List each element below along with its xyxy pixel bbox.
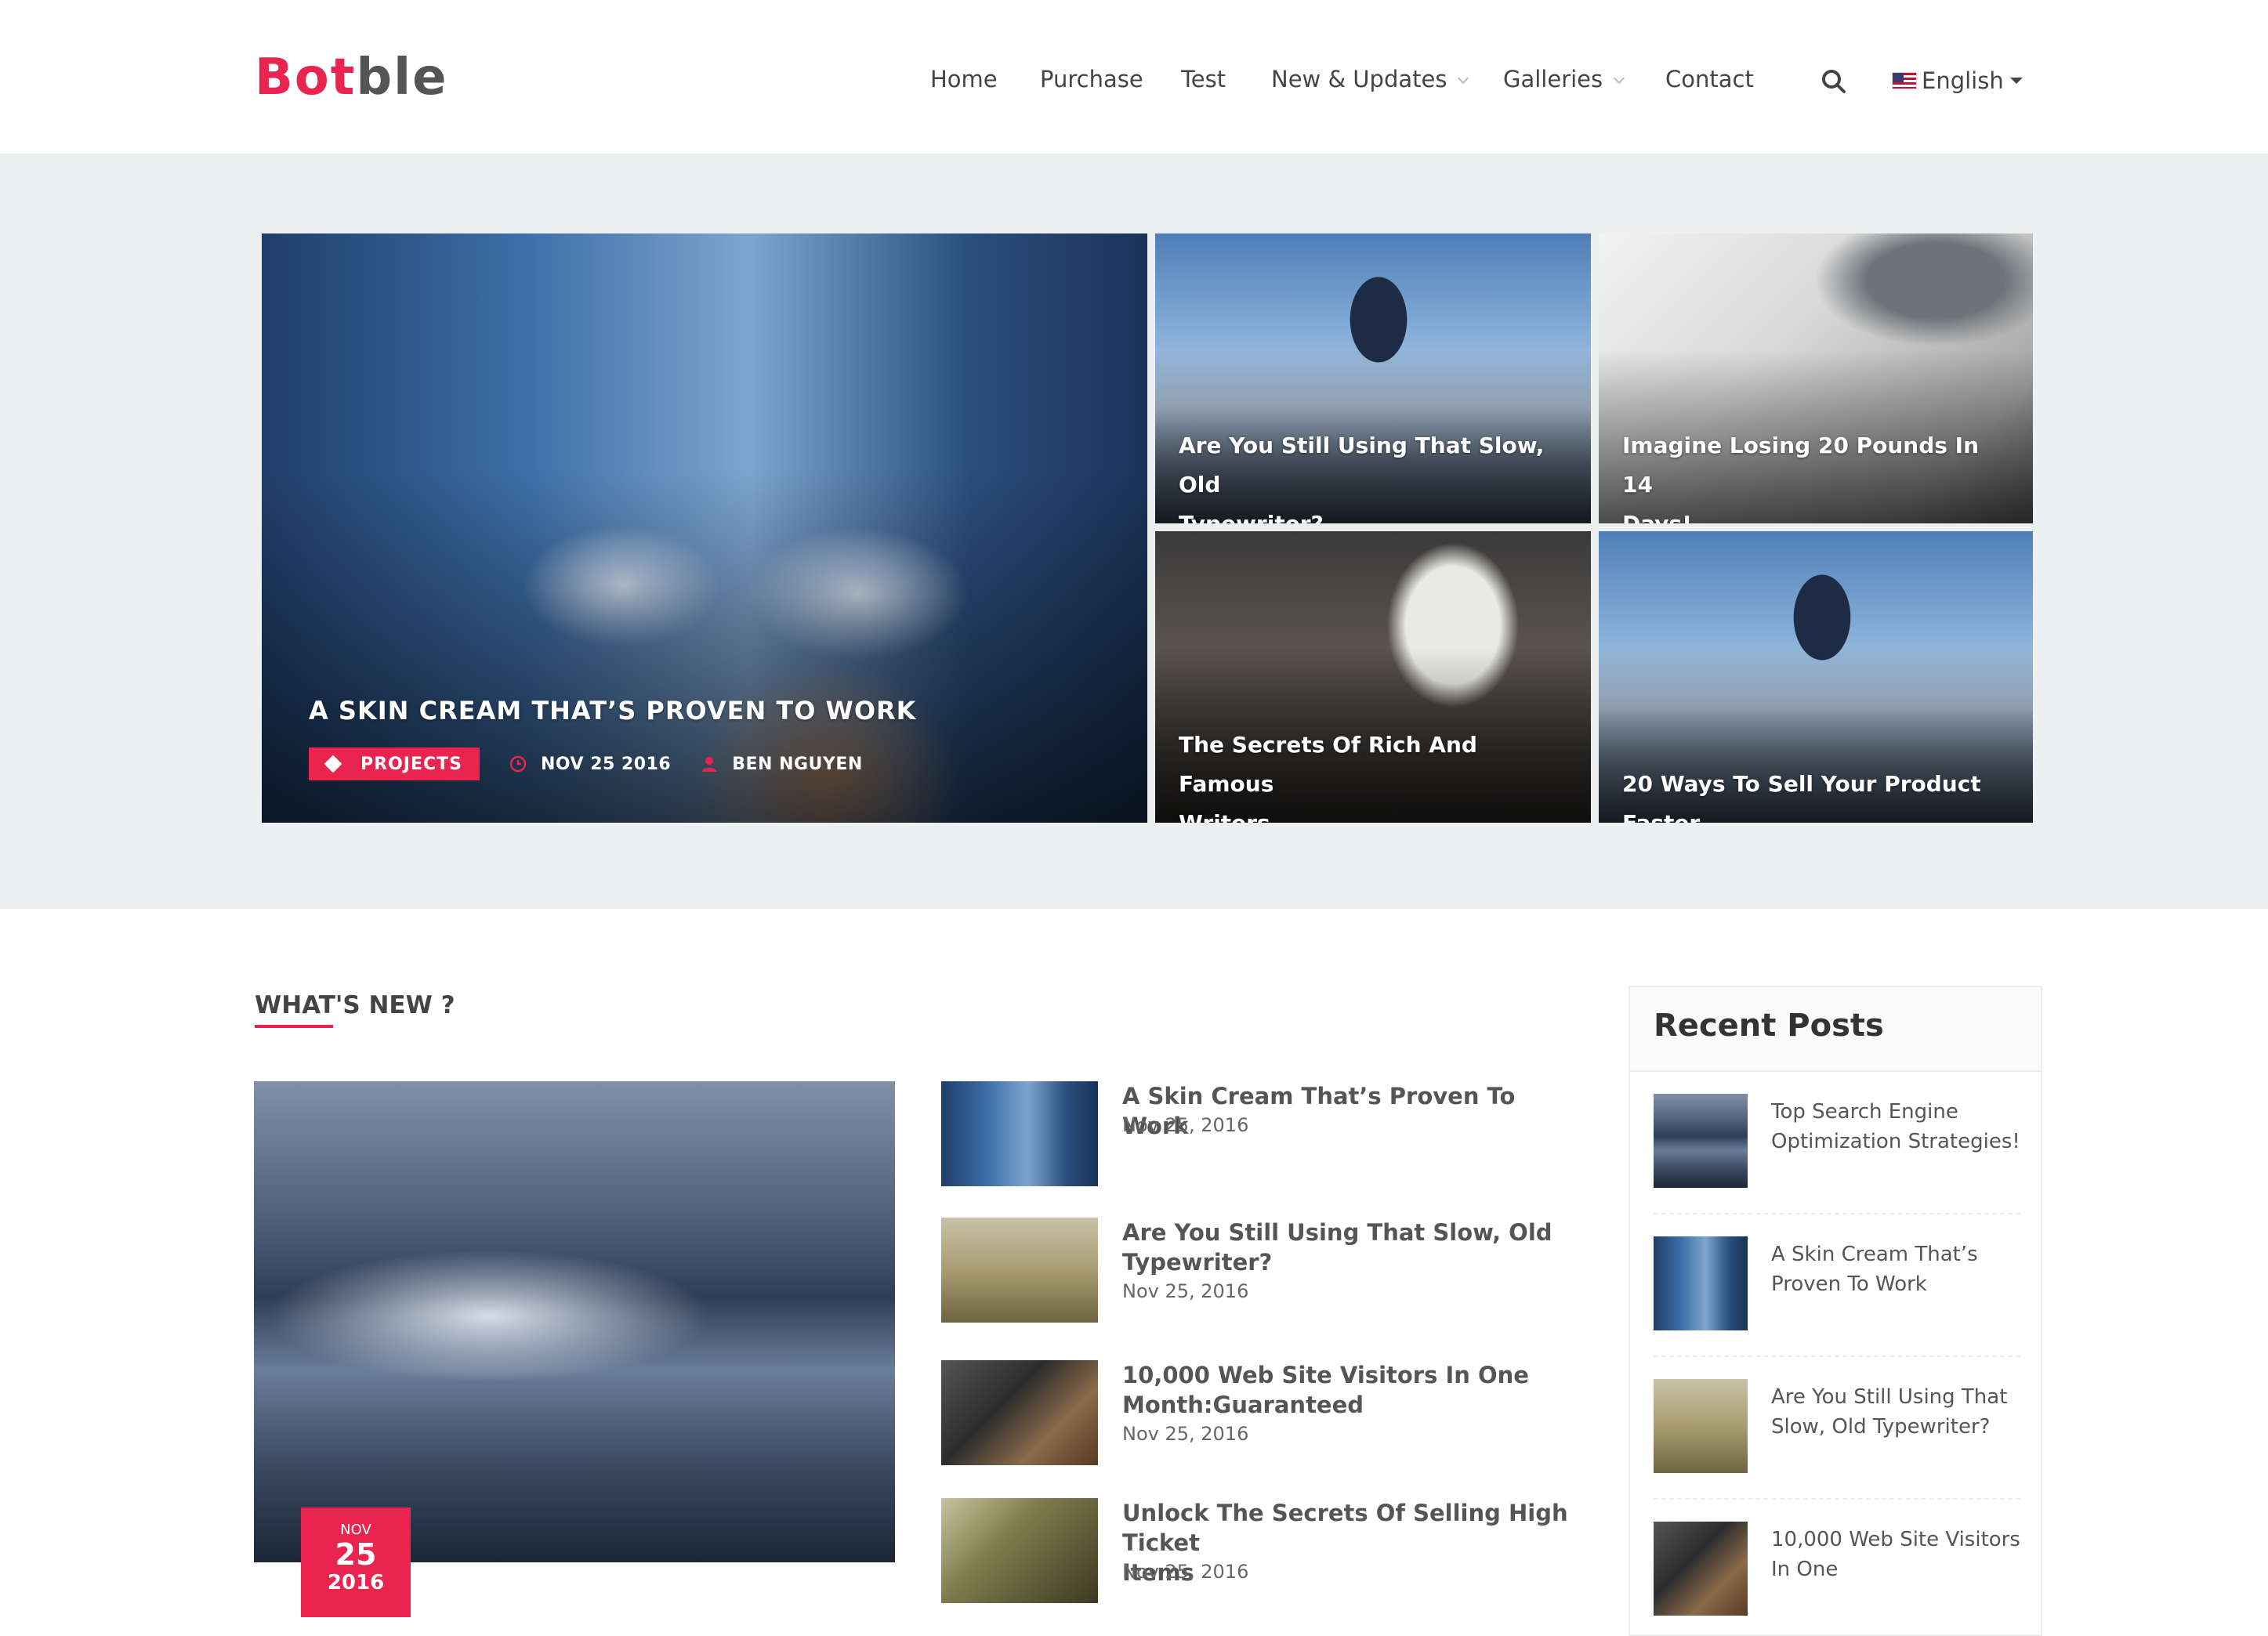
hero-card-title[interactable]: Imagine Losing 20 Pounds In 14 Days! (1622, 426, 2009, 523)
hero-main-title[interactable]: A SKIN CREAM THAT’S PROVEN TO WORK (309, 691, 1124, 730)
hero-card-title[interactable]: The Secrets Of Rich And Famous Writers (1179, 726, 1567, 823)
date-badge-month: NOV (340, 1522, 371, 1538)
hero-card[interactable]: Imagine Losing 20 Pounds In 14 Days! (1599, 233, 2033, 523)
nav-new-updates[interactable]: New & Updates (1271, 66, 1469, 92)
hero-card[interactable]: 20 Ways To Sell Your Product Faster (1599, 531, 2033, 823)
recent-post-item[interactable]: 10,000 Web Site Visitors In One (1654, 1522, 2020, 1616)
recent-post-title-line: 10,000 Web Site Visitors (1771, 1528, 2020, 1551)
date-badge-year: 2016 (327, 1571, 385, 1594)
nav-test[interactable]: Test (1181, 66, 1226, 92)
site-logo[interactable]: Botble (255, 49, 448, 107)
language-label: English (1922, 67, 2004, 94)
section-underline (255, 1025, 333, 1028)
nav-new-updates-label: New & Updates (1271, 66, 1447, 92)
recent-post-title-line: Top Search Engine (1771, 1100, 1958, 1124)
post-title-line: Unlock The Secrets Of Selling High Ticke… (1122, 1500, 1568, 1556)
divider (1654, 1498, 2020, 1500)
nav-galleries-label: Galleries (1503, 66, 1603, 92)
hero-card-title-line: Writers (1179, 804, 1567, 823)
clock-icon (509, 755, 527, 773)
list-item[interactable]: A Skin Cream That’s Proven To Work Nov 2… (941, 1081, 1584, 1186)
recent-post-thumbnail[interactable] (1654, 1094, 1748, 1188)
hero-card[interactable]: The Secrets Of Rich And Famous Writers (1155, 531, 1591, 823)
logo-text-ble: ble (356, 49, 448, 107)
recent-post-thumbnail[interactable] (1654, 1379, 1748, 1473)
post-thumbnail[interactable] (941, 1081, 1098, 1186)
hero-card-title-line: Imagine Losing 20 Pounds In 14 (1622, 433, 1980, 498)
post-date-label: NOV 25 2016 (540, 754, 672, 774)
hero-card-title[interactable]: 20 Ways To Sell Your Product Faster (1622, 765, 2009, 823)
hero-card-title-line: The Secrets Of Rich And Famous (1179, 732, 1477, 797)
hero-card-title-line: 20 Ways To Sell Your Product Faster (1622, 771, 1981, 823)
post-thumbnail[interactable] (941, 1360, 1098, 1465)
hero-card-title-line: Typewriter? (1179, 505, 1567, 523)
post-author[interactable]: BEN NGUYEN (701, 755, 863, 774)
post-title-line: 10,000 Web Site Visitors In One (1122, 1362, 1529, 1388)
hero-main-meta: PROJECTS NOV 25 2016 BEN NGUYEN (309, 747, 863, 780)
hero-card-title[interactable]: Are You Still Using That Slow, Old Typew… (1179, 426, 1567, 523)
post-title[interactable]: 10,000 Web Site Visitors In One Month:Gu… (1122, 1360, 1585, 1420)
post-title[interactable]: Are You Still Using That Slow, Old Typew… (1122, 1218, 1585, 1277)
widget-title: Recent Posts (1630, 987, 2041, 1072)
recent-post-thumbnail[interactable] (1654, 1236, 1748, 1330)
language-selector[interactable]: English (1892, 67, 2023, 94)
nav-purchase[interactable]: Purchase (1040, 66, 1143, 92)
nav-galleries[interactable]: Galleries (1503, 66, 1625, 92)
recent-post-title[interactable]: 10,000 Web Site Visitors In One (1771, 1525, 2020, 1584)
category-label: PROJECTS (360, 754, 462, 774)
chevron-down-icon (1458, 72, 1469, 85)
hero-card-title-line: Are You Still Using That Slow, Old (1179, 433, 1545, 498)
recent-post-title-line: Proven To Work (1771, 1272, 1927, 1296)
list-item[interactable]: Are You Still Using That Slow, Old Typew… (941, 1218, 1584, 1329)
hero-card-title-line: Days! (1622, 505, 2009, 523)
site-header: Botble Home Purchase Test New & Updates … (0, 0, 2268, 154)
divider (1654, 1355, 2020, 1357)
nav-contact[interactable]: Contact (1665, 66, 1754, 92)
list-item[interactable]: Unlock The Secrets Of Selling High Ticke… (941, 1498, 1584, 1603)
divider (1654, 1213, 2020, 1214)
recent-post-title[interactable]: A Skin Cream That’s Proven To Work (1771, 1240, 2020, 1299)
recent-post-thumbnail[interactable] (1654, 1522, 1748, 1616)
post-date: Nov 25, 2016 (1122, 1280, 1249, 1302)
logo-text-bot: Bot (255, 49, 357, 107)
nav-home[interactable]: Home (930, 66, 998, 92)
recent-post-title-line: Slow, Old Typewriter? (1771, 1415, 1991, 1439)
hero-band: A SKIN CREAM THAT’S PROVEN TO WORK PROJE… (0, 154, 2268, 909)
featured-image[interactable] (254, 1081, 895, 1562)
search-icon[interactable] (1820, 67, 1848, 96)
cube-icon (324, 755, 342, 773)
recent-post-item[interactable]: Top Search Engine Optimization Strategie… (1654, 1094, 2020, 1188)
hero-main-card[interactable]: A SKIN CREAM THAT’S PROVEN TO WORK PROJE… (262, 233, 1147, 823)
date-badge-day: 25 (335, 1537, 377, 1572)
recent-post-title-line: In One (1771, 1558, 1839, 1581)
recent-post-title[interactable]: Top Search Engine Optimization Strategie… (1771, 1097, 2020, 1156)
post-title-line: Month:Guaranteed (1122, 1392, 1364, 1418)
chevron-down-icon (1614, 72, 1625, 85)
recent-post-title[interactable]: Are You Still Using That Slow, Old Typew… (1771, 1382, 2020, 1442)
post-thumbnail[interactable] (941, 1218, 1098, 1323)
post-thumbnail[interactable] (941, 1498, 1098, 1603)
recent-post-title-line: Are You Still Using That (1771, 1385, 2008, 1409)
post-author-label: BEN NGUYEN (732, 754, 863, 774)
recent-post-item[interactable]: A Skin Cream That’s Proven To Work (1654, 1236, 2020, 1330)
caret-down-icon (2009, 78, 2023, 84)
hero-card[interactable]: Are You Still Using That Slow, Old Typew… (1155, 233, 1591, 523)
flag-us-icon (1892, 72, 1917, 89)
section-title: WHAT'S NEW ? (255, 991, 455, 1019)
recent-post-item[interactable]: Are You Still Using That Slow, Old Typew… (1654, 1379, 2020, 1473)
date-badge: NOV 25 2016 (301, 1508, 411, 1617)
post-title-line: Are You Still Using That Slow, Old (1122, 1219, 1552, 1246)
post-date: Nov 25, 2016 (1122, 1561, 1249, 1583)
post-title-line: Typewriter? (1122, 1249, 1273, 1276)
recent-post-title-line: A Skin Cream That’s (1771, 1243, 1978, 1266)
recent-posts-widget: Recent Posts Top Search Engine Optimizat… (1629, 986, 2042, 1636)
post-date: NOV 25 2016 (509, 755, 671, 774)
user-icon (702, 757, 717, 772)
post-date: Nov 25, 2016 (1122, 1114, 1249, 1136)
post-date: Nov 25, 2016 (1122, 1423, 1249, 1445)
category-badge[interactable]: PROJECTS (309, 747, 480, 780)
list-item[interactable]: 10,000 Web Site Visitors In One Month:Gu… (941, 1360, 1584, 1465)
recent-post-title-line: Optimization Strategies! (1771, 1130, 2020, 1153)
